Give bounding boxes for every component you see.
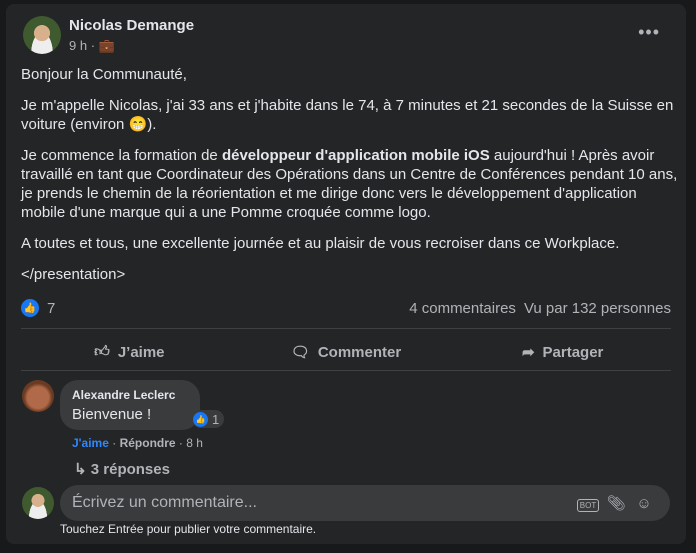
share-label: Partager (542, 343, 604, 361)
post-paragraph: Je m'appelle Nicolas, j'ai 33 ans et j'h… (21, 97, 674, 133)
divider (21, 328, 671, 329)
comment-time[interactable]: 8 h (186, 436, 203, 450)
like-count[interactable]: 7 (47, 300, 55, 317)
reply-arrow-icon: ↳ (74, 461, 87, 478)
view-replies-link[interactable]: ↳ 3 réponses (74, 460, 170, 478)
author-name[interactable]: Nicolas Demange (69, 17, 194, 34)
bold-text: développeur d'application mobile iOS (221, 147, 490, 164)
share-button[interactable]: ➦ Partager (454, 334, 671, 370)
comment-count[interactable]: 4 commentaires (409, 300, 516, 317)
comment-button[interactable]: 🗨︎ Commenter (238, 334, 455, 370)
view-count[interactable]: Vu par 132 personnes (524, 300, 671, 317)
post-paragraph: Je commence la formation de développeur … (21, 146, 681, 222)
separator: · (175, 436, 187, 450)
comment-bubble: Alexandre Leclerc Bienvenue ! (60, 380, 200, 430)
comment-text: Bienvenue ! (72, 406, 152, 423)
replies-label: 3 réponses (90, 461, 170, 478)
post-paragraph: A toutes et tous, une excellente journée… (21, 235, 620, 252)
like-button[interactable]: 👍︎ J’aime (21, 334, 238, 370)
separator: · (108, 436, 120, 450)
comment-label: Commenter (317, 343, 402, 361)
comment-placeholder: Écrivez un commentaire... (72, 494, 257, 511)
post-paragraph: Bonjour la Communauté, (21, 66, 187, 83)
comment-icon: 🗨︎ (290, 344, 310, 361)
commenter-avatar[interactable] (22, 380, 54, 412)
user-avatar (22, 487, 54, 519)
text: Je commence la formation de (21, 147, 222, 164)
like-reaction-icon: 👍 (193, 411, 208, 427)
divider (21, 370, 671, 371)
post-meta: 9 h · 💼 (69, 38, 115, 53)
post-stats: 👍 7 4 commentaires Vu par 132 personnes (21, 299, 671, 317)
post-actions: 👍︎ J’aime 🗨︎ Commenter ➦ Partager (21, 334, 671, 370)
post-paragraph: </presentation> (21, 266, 126, 283)
bot-icon[interactable]: BOT (574, 495, 602, 512)
post-time[interactable]: 9 h (69, 38, 87, 53)
reply-link[interactable]: Répondre (120, 436, 176, 450)
commenter-name[interactable]: Alexandre Leclerc (72, 388, 188, 402)
author-avatar[interactable] (23, 16, 61, 54)
reaction-count: 1 (212, 411, 220, 427)
post-card: Nicolas Demange 9 h · 💼 ••• Bonjour la C… (6, 4, 686, 544)
comment-input[interactable]: Écrivez un commentaire... BOT 📎︎ ☺ (60, 485, 670, 521)
thumbs-up-icon: 👍︎ (94, 343, 110, 360)
composer-hint: Touchez Entrée pour publier votre commen… (60, 522, 317, 536)
like-reaction-icon[interactable]: 👍 (21, 299, 39, 317)
emoji-icon[interactable]: ☺ (630, 495, 658, 512)
share-icon: ➦ (521, 344, 535, 361)
briefcase-icon: 💼 (98, 38, 115, 53)
comment-meta: J'aime · Répondre · 8 h (72, 436, 203, 450)
comment-reactions[interactable]: 👍 1 (192, 410, 225, 428)
more-options-button[interactable]: ••• (638, 22, 660, 43)
comment-like-link[interactable]: J'aime (72, 436, 109, 450)
like-label: J’aime (117, 343, 165, 361)
post-body: Bonjour la Communauté, Je m'appelle Nico… (21, 65, 681, 296)
paperclip-icon[interactable]: 📎︎ (602, 494, 630, 512)
